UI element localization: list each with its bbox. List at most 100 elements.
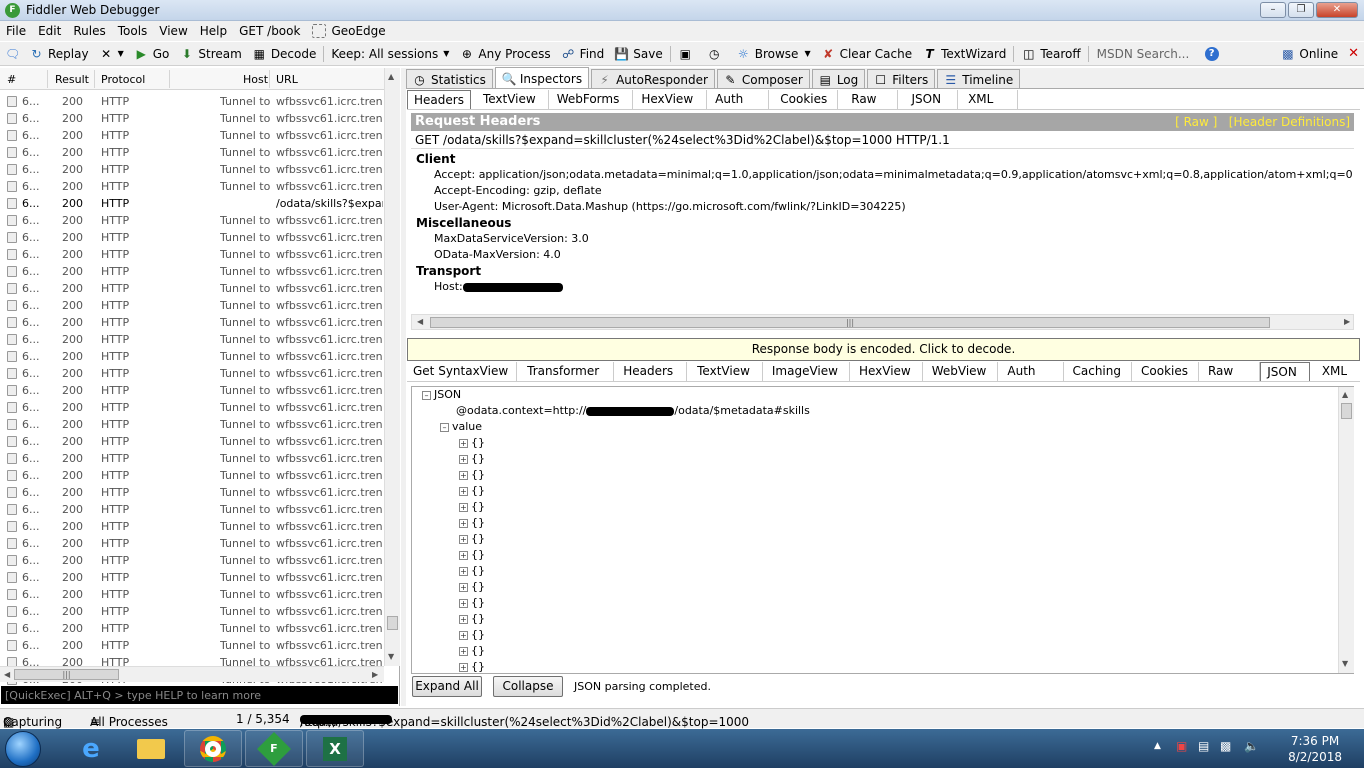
resp-tab-transformer[interactable]: Transformer [517,362,615,381]
save-button[interactable]: 💾 Save [609,47,667,61]
session-row[interactable]: 6... 200 HTTP Tunnel to wfbssvc61.icrc.trend… [0,331,384,348]
menu-file[interactable]: File [0,24,32,38]
scroll-thumb[interactable]: ||| [430,317,1270,328]
resp-tab-imageview[interactable]: ImageView [763,362,850,381]
json-object-node[interactable]: +{} [459,468,485,481]
session-row[interactable]: 6... 200 HTTP Tunnel to wfbssvc61.icrc.trend… [0,518,384,535]
session-row[interactable]: 6... 200 HTTP Tunnel to wfbssvc61.icrc.trend… [0,637,384,654]
json-object-node[interactable]: +{} [459,596,485,609]
session-row[interactable]: 6... 200 HTTP Tunnel to wfbssvc61.icrc.trend… [0,586,384,603]
json-object-node[interactable]: +{} [459,532,485,545]
ie-taskbar-button[interactable]: e [62,730,120,767]
session-row[interactable]: 6... 200 HTTP Tunnel to wfbssvc61.icrc.trend… [0,314,384,331]
expand-icon[interactable]: + [459,534,468,544]
tray-clock[interactable]: 7:36 PM 8/2/2018 [1288,733,1342,765]
go-button[interactable]: ▶ Go [129,47,175,61]
sessions-vertical-scrollbar[interactable]: ▲ ▼ [384,68,400,666]
session-row[interactable]: 6... 200 HTTP Tunnel to wfbssvc61.icrc.trend… [0,382,384,399]
session-row[interactable]: 6... 200 HTTP Tunnel to wfbssvc61.icrc.trend… [0,178,384,195]
json-object-node[interactable]: +{} [459,660,485,673]
col-protocol[interactable]: Protocol [101,73,145,86]
session-row[interactable]: 6... 200 HTTP Tunnel to wfbssvc61.icrc.trend… [0,501,384,518]
session-row[interactable]: 6... 200 HTTP Tunnel to wfbssvc61.icrc.trend… [0,280,384,297]
sessions-horizontal-scrollbar[interactable]: ◀ ||| ▶ [0,666,384,682]
resp-tab-cookies[interactable]: Cookies [1132,362,1199,381]
session-row[interactable]: 6... 200 HTTP Tunnel to wfbssvc61.icrc.trend… [0,246,384,263]
timer-button[interactable]: ◷ [702,47,731,61]
session-row[interactable]: 6... 200 HTTP/odata/skills?$expand= [0,195,384,212]
col-host[interactable]: Host [243,73,268,86]
comment-button[interactable]: 🗨 [0,47,29,61]
remove-button[interactable]: ✕ ▼ [94,47,129,61]
resp-tab-raw[interactable]: Raw [1199,362,1261,381]
find-button[interactable]: ☍ Find [556,47,610,61]
tab-inspectors[interactable]: 🔍 Inspectors [494,67,590,88]
session-row[interactable]: 6... 200 HTTP Tunnel to wfbssvc61.icrc.trend… [0,569,384,586]
session-row[interactable]: 6... 200 HTTP Tunnel to wfbssvc61.icrc.trend… [0,144,384,161]
stream-button[interactable]: ⬇ Stream [174,47,246,61]
json-object-node[interactable]: +{} [459,644,485,657]
json-context-node[interactable]: @odata.context=http:// /odata/$metadata#s… [456,404,810,417]
any-process-button[interactable]: ⊕ Any Process [454,47,555,61]
network-error-icon[interactable]: ▣ [1176,739,1187,753]
expand-icon[interactable]: + [459,566,468,576]
help-icon[interactable]: ? [1204,46,1219,61]
req-tab-raw[interactable]: Raw [838,90,898,109]
minimize-button[interactable]: – [1260,2,1286,18]
tab-composer[interactable]: ✎ Composer [716,69,810,88]
browse-button[interactable]: ☼ Browse ▼ [731,47,816,61]
resp-tab-caching[interactable]: Caching [1064,362,1132,381]
collapse-icon[interactable]: – [422,390,431,400]
collapse-icon[interactable]: – [440,422,449,432]
header-definitions-link[interactable]: [Header Definitions] [1229,115,1350,129]
close-window-button[interactable]: ✕ [1316,2,1358,18]
session-row[interactable]: 6... 200 HTTP Tunnel to wfbssvc61.icrc.trend… [0,348,384,365]
menu-geoedge[interactable]: GeoEdge [306,24,391,38]
raw-link[interactable]: [ Raw ] [1175,115,1217,129]
col-result[interactable]: Result [55,73,89,86]
expand-icon[interactable]: + [459,518,468,528]
scroll-thumb[interactable] [387,616,398,630]
menu-get-book[interactable]: GET /book [233,24,306,38]
json-object-node[interactable]: +{} [459,500,485,513]
json-vertical-scrollbar[interactable]: ▲ ▼ [1338,387,1354,673]
resp-tab-textview[interactable]: TextView [687,362,763,381]
maximize-button[interactable]: ❐ [1288,2,1314,18]
session-row[interactable]: 6... 200 HTTP Tunnel to wfbssvc61.icrc.trend… [0,535,384,552]
expand-icon[interactable]: + [459,614,468,624]
session-row[interactable]: 6... 200 HTTP Tunnel to wfbssvc61.icrc.trend… [0,399,384,416]
expand-icon[interactable]: + [459,582,468,592]
session-row[interactable]: 6... 200 HTTP Tunnel to wfbssvc61.icrc.trend… [0,603,384,620]
tab-statistics[interactable]: ◷ Statistics [406,69,493,88]
pane-splitter[interactable] [401,68,406,706]
json-object-node[interactable]: +{} [459,580,485,593]
session-row[interactable]: 6... 200 HTTP Tunnel to wfbssvc61.icrc.trend… [0,416,384,433]
network-icon[interactable]: ▩ [1220,739,1231,753]
req-tab-xml[interactable]: XML [958,90,1019,109]
json-object-node[interactable]: +{} [459,548,485,561]
expand-all-button[interactable]: Expand All [412,676,482,697]
keep-sessions-dropdown[interactable]: Keep: All sessions ▼ [326,47,454,61]
expand-icon[interactable]: + [459,630,468,640]
menu-edit[interactable]: Edit [32,24,67,38]
json-object-node[interactable]: +{} [459,612,485,625]
json-root-node[interactable]: – JSON [422,388,461,401]
req-tab-cookies[interactable]: Cookies [769,90,839,109]
json-object-node[interactable]: +{} [459,484,485,497]
col-url[interactable]: URL [276,73,298,86]
expand-icon[interactable]: + [459,646,468,656]
tab-autoresponder[interactable]: ⚡ AutoResponder [591,69,715,88]
req-tab-textview[interactable]: TextView [471,90,549,109]
expand-icon[interactable]: + [459,662,468,672]
request-horizontal-scrollbar[interactable]: ◀ ||| ▶ [411,314,1354,330]
volume-icon[interactable]: 🔈 [1244,739,1259,753]
tearoff-button[interactable]: ◫ Tearoff [1016,47,1085,61]
expand-icon[interactable]: + [459,502,468,512]
req-tab-webforms[interactable]: WebForms [549,90,634,109]
scroll-thumb[interactable]: ||| [14,669,119,680]
session-row[interactable]: 6... 200 HTTP Tunnel to wfbssvc61.icrc.trend… [0,365,384,382]
expand-icon[interactable]: + [459,470,468,480]
expand-icon[interactable]: + [459,438,468,448]
resp-tab-webview[interactable]: WebView [923,362,999,381]
col-number[interactable]: # [7,73,16,86]
